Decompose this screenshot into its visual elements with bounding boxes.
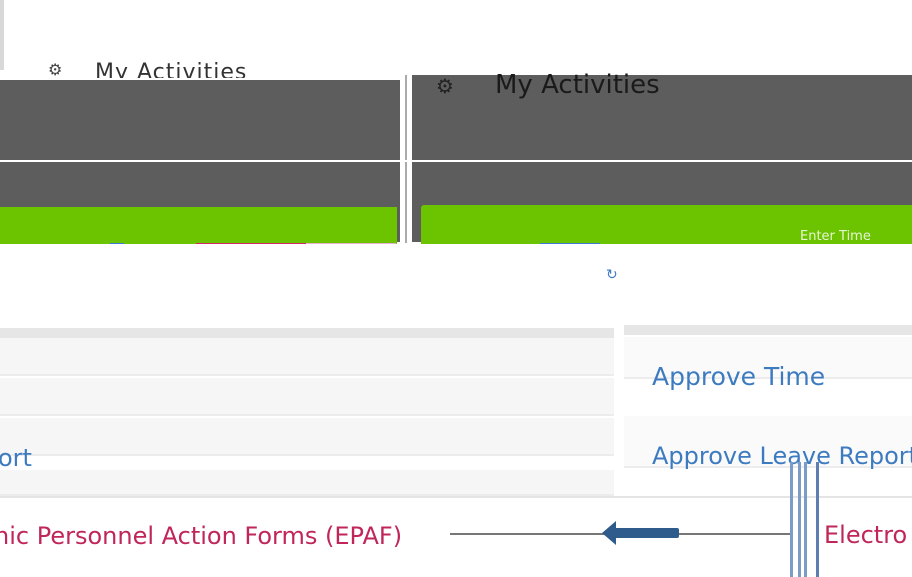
column-separator bbox=[614, 326, 624, 536]
enter-time-label[interactable]: Enter Time bbox=[800, 229, 871, 244]
gear-icon: ⚙ bbox=[436, 74, 454, 98]
left-edge-strip bbox=[0, 0, 4, 70]
approve-leave-report-link[interactable]: Approve Leave Report bbox=[652, 442, 912, 470]
leave-report-link-fragment[interactable]: ort bbox=[0, 444, 32, 472]
gear-icon: ⚙ bbox=[48, 60, 63, 79]
epaf-link[interactable]: nic Personnel Action Forms (EPAF) bbox=[0, 522, 402, 550]
list-row bbox=[0, 418, 614, 456]
electronic-forms-link-fragment[interactable]: Electro bbox=[824, 521, 907, 549]
green-action-bar-left[interactable] bbox=[0, 207, 397, 247]
approve-time-link[interactable]: Approve Time bbox=[652, 362, 825, 391]
arrow-shaft bbox=[611, 528, 679, 538]
refresh-icon: ↻ bbox=[606, 267, 618, 283]
list-row bbox=[0, 338, 614, 376]
panel-divider-line bbox=[0, 160, 912, 162]
list-header-bar-left bbox=[0, 328, 614, 338]
row-divider bbox=[0, 496, 912, 498]
list-row bbox=[0, 378, 614, 416]
ghost-header-title: My Activities bbox=[95, 60, 248, 78]
panel-title: My Activities bbox=[495, 70, 660, 100]
column-resize-handle[interactable] bbox=[788, 462, 824, 577]
panel-gap-divider bbox=[405, 75, 407, 243]
list-header-bar-right bbox=[624, 325, 912, 335]
list-row bbox=[0, 470, 614, 496]
